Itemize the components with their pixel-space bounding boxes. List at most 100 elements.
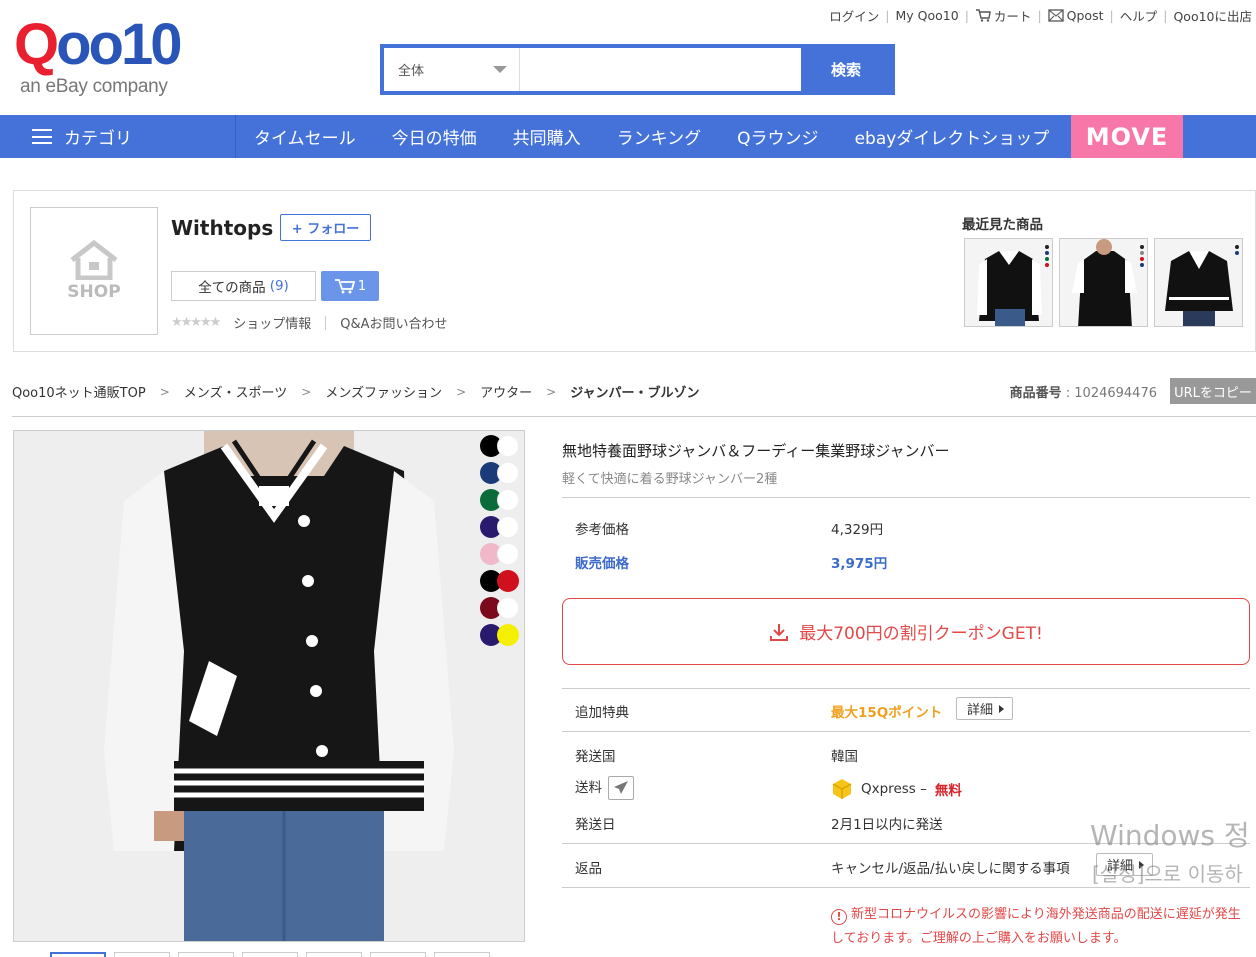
- shipping-label: 送料: [575, 780, 602, 796]
- windows-activation-subtext: [설정]으로 이동하: [1092, 862, 1243, 886]
- color-swatch[interactable]: [497, 462, 519, 484]
- cart-link[interactable]: カート: [975, 6, 1032, 25]
- breadcrumb-item[interactable]: アウター: [480, 382, 532, 401]
- divider: [562, 497, 1250, 498]
- image-thumbnail[interactable]: [434, 952, 490, 957]
- product-main-image[interactable]: [13, 430, 525, 942]
- color-swatch[interactable]: [497, 597, 519, 619]
- origin-value: 韓国: [831, 749, 858, 765]
- product-title: 無地特養面野球ジャンバ＆フーディー集業野球ジャンバー: [562, 442, 950, 460]
- product-subtitle: 軽くて快適に着る野球ジャンバー2種: [562, 472, 778, 487]
- qoo10-logo[interactable]: Qoo10 an eBay company: [14, 16, 189, 106]
- nav-item-ebay-direct[interactable]: ebayダイレクトショップ: [837, 124, 1068, 149]
- caret-right-icon: [999, 704, 1005, 713]
- coupon-button[interactable]: 最大700円の割引クーポンGET!: [562, 598, 1250, 665]
- color-swatch[interactable]: [497, 624, 519, 646]
- ship-date-value: 2月1日以内に発送: [831, 817, 943, 833]
- breadcrumb-item[interactable]: メンズファッション: [325, 382, 442, 401]
- home-icon: [70, 240, 118, 280]
- qpost-link[interactable]: Qpost: [1048, 8, 1104, 23]
- swatch-row: [480, 516, 519, 538]
- divider: [562, 731, 1250, 732]
- login-label: ログイン: [829, 9, 880, 24]
- swatch-row: [480, 435, 519, 457]
- image-thumbnail[interactable]: [50, 952, 106, 957]
- main-nav: カテゴリ タイムセール 今日の特価 共同購入 ランキング Qラウンジ ebayダ…: [0, 115, 1256, 158]
- jacket-image: [14, 431, 524, 941]
- nav-item-move[interactable]: MOVE: [1071, 115, 1183, 158]
- qpost-label: Qpost: [1066, 8, 1104, 23]
- bonus-value: 最大15Qポイント: [831, 705, 943, 721]
- shipping-value: Qxpress – 無料: [831, 778, 962, 800]
- chevron-right-icon: >: [159, 384, 170, 399]
- color-swatch[interactable]: [497, 435, 519, 457]
- qxpress-box-icon: [832, 779, 852, 799]
- jacket-thumb-1: [965, 239, 1052, 326]
- my-qoo10-link[interactable]: My Qoo10: [896, 8, 959, 23]
- shop-name[interactable]: Withtops: [171, 216, 273, 240]
- nav-item-q-lounge[interactable]: Qラウンジ: [719, 124, 836, 149]
- image-thumbnail[interactable]: [370, 952, 426, 957]
- divider: |: [1037, 8, 1042, 23]
- image-thumbnail[interactable]: [114, 952, 170, 957]
- ref-price-label: 参考価格: [575, 522, 629, 538]
- qa-link[interactable]: Q&Aお問い合わせ: [340, 313, 447, 332]
- cart-label: カート: [993, 9, 1032, 24]
- shop-logo[interactable]: SHOP: [30, 207, 158, 335]
- chevron-down-icon: [493, 66, 507, 73]
- mail-icon: [1048, 9, 1064, 22]
- login-link[interactable]: ログイン: [829, 6, 879, 25]
- category-menu-button[interactable]: カテゴリ: [0, 115, 236, 158]
- divider: [562, 887, 1250, 888]
- all-items-button[interactable]: 全ての商品 (9): [171, 271, 316, 301]
- covid-notice: ! 新型コロナウイルスの影響により海外発送商品の配送に遅延が発生しております。ご理…: [831, 903, 1251, 951]
- image-thumbnail[interactable]: [306, 952, 362, 957]
- help-link[interactable]: ヘルプ: [1120, 6, 1158, 25]
- product-number-label: 商品番号: [1009, 386, 1062, 401]
- shop-cart-button[interactable]: 1: [321, 271, 379, 301]
- color-swatch[interactable]: [497, 570, 519, 592]
- search-category-select[interactable]: 全体: [384, 48, 520, 91]
- recent-item-thumbnail[interactable]: [1059, 238, 1148, 327]
- product-number: 商品番号 : 1024694476: [1010, 382, 1157, 401]
- recent-item-thumbnail[interactable]: [1154, 238, 1243, 327]
- image-thumbnail[interactable]: [178, 952, 234, 957]
- shop-box: SHOP Withtops + フォロー 全ての商品 (9) 1 ★★★★★ シ…: [13, 190, 1256, 352]
- detail-label: 詳細: [967, 703, 994, 718]
- origin-label: 発送国: [575, 749, 616, 765]
- recent-item-thumbnail[interactable]: [964, 238, 1053, 327]
- nav-item-timesale[interactable]: タイムセール: [236, 124, 374, 149]
- airplane-icon: [608, 776, 634, 800]
- bonus-detail-button[interactable]: 詳細: [956, 697, 1014, 720]
- shipping-fee: 無料: [934, 783, 962, 799]
- breadcrumb-item[interactable]: メンズ・スポーツ: [184, 382, 287, 401]
- nav-item-today-deal[interactable]: 今日の特価: [374, 124, 495, 149]
- nav-item-ranking[interactable]: ランキング: [599, 124, 720, 149]
- color-swatch[interactable]: [497, 516, 519, 538]
- swatch-row: [480, 597, 519, 619]
- logo-tagline: an eBay company: [20, 76, 168, 97]
- divider: [325, 315, 327, 330]
- copy-url-button[interactable]: URLをコピー: [1170, 378, 1256, 404]
- swatch-row: [480, 543, 519, 565]
- image-thumbnail[interactable]: [242, 952, 298, 957]
- breadcrumb-current[interactable]: ジャンパー・ブルゾン: [570, 382, 699, 401]
- top-links: ログイン | My Qoo10 | カート | Qpost | ヘルプ | Qo…: [829, 6, 1252, 25]
- search-input[interactable]: [520, 48, 801, 91]
- follow-button[interactable]: + フォロー: [280, 214, 371, 241]
- help-label: ヘルプ: [1119, 9, 1158, 24]
- color-swatch[interactable]: [497, 489, 519, 511]
- open-shop-link[interactable]: Qoo10に出店: [1173, 6, 1252, 25]
- search-category-value: 全体: [398, 64, 425, 79]
- windows-activation-watermark: Windows 정: [1090, 819, 1250, 852]
- shipping-carrier: Qxpress –: [861, 781, 927, 797]
- breadcrumb-item[interactable]: Qoo10ネット通販TOP: [12, 382, 146, 401]
- shipping-label-row: 送料: [575, 776, 634, 800]
- rating-stars: ★★★★★: [171, 315, 221, 330]
- swatch-row: [480, 624, 519, 646]
- color-swatch[interactable]: [497, 543, 519, 565]
- nav-item-group-buy[interactable]: 共同購入: [495, 124, 599, 149]
- search-button[interactable]: 検索: [801, 48, 891, 91]
- jacket-thumb-2: [1060, 239, 1147, 326]
- shop-info-link[interactable]: ショップ情報: [233, 313, 311, 332]
